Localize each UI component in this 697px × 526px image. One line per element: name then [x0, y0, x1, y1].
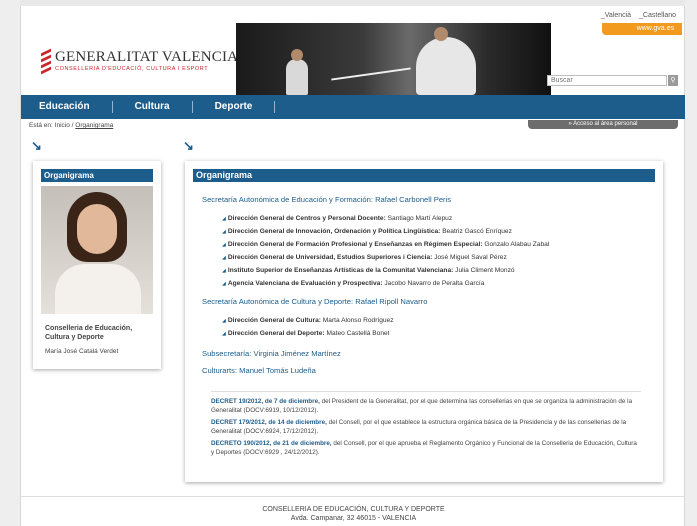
section-label: Secretaría Autonómica de Educación y For… — [202, 195, 373, 204]
card-department: Conselleria de Educación, Cultura y Depo… — [45, 325, 133, 341]
org-person: Beatriz Gascó Enríquez — [442, 228, 512, 235]
decret-link[interactable]: DECRET 179/2012, de 14 de diciembre, — [211, 419, 327, 426]
decret-item: DECRET 19/2012, de 7 de diciembre, del P… — [211, 398, 641, 415]
breadcrumb-separator: / — [71, 122, 74, 129]
arrow-down-right-icon: ↘ — [31, 138, 42, 153]
org-person: Julia Climent Monzó — [455, 267, 515, 274]
footer: CONSELLERIA DE EDUCACIÓN, CULTURA Y DEPO… — [21, 496, 686, 523]
list-item[interactable]: ◢ Instituto Superior de Enseñanzas Artíst… — [222, 264, 663, 277]
triangle-bullet-icon: ◢ — [222, 331, 226, 337]
personal-area-button[interactable]: » Acceso al área personal — [528, 120, 678, 129]
nav-item-educacion[interactable]: Educación — [39, 101, 113, 113]
section-person: Rafael Carbonell Peris — [375, 195, 452, 204]
right-background-strip — [685, 0, 697, 526]
lang-castilian-link[interactable]: _Castellano — [639, 12, 676, 19]
triangle-bullet-icon: ◢ — [222, 318, 226, 324]
nav-item-deporte[interactable]: Deporte — [215, 101, 276, 113]
decret-item: DECRETO 190/2012, de 21 de diciembre, de… — [211, 440, 641, 457]
triangle-bullet-icon: ◢ — [222, 281, 226, 287]
arrow-down-right-icon: ↘ — [183, 138, 194, 153]
org-name: Dirección General de Innovación, Ordenac… — [227, 228, 441, 235]
culturarts-heading[interactable]: Culturarts: Manuel Tomás Ludeña — [202, 366, 663, 375]
decrets-list: DECRET 19/2012, de 7 de diciembre, del P… — [211, 391, 641, 461]
org-person: Marta Alonso Rodríguez — [322, 317, 394, 324]
section-heading[interactable]: Secretaría Autonómica de Educación y For… — [202, 195, 663, 204]
section-heading[interactable]: Secretaría Autonómica de Cultura y Depor… — [202, 297, 663, 306]
main-nav: Educación Cultura Deporte — [21, 95, 686, 119]
card-title: Organigrama — [41, 169, 153, 182]
search-icon[interactable]: ⚲ — [668, 75, 678, 86]
decret-link[interactable]: DECRETO 190/2012, de 21 de diciembre, — [211, 440, 332, 447]
generalitat-emblem-icon — [41, 48, 51, 75]
section-label: Secretaría Autonómica de Cultura y Depor… — [202, 297, 354, 306]
lang-valencian-link[interactable]: _Valencià — [601, 12, 631, 19]
subsecretaria-heading[interactable]: Subsecretaría: Virginia Jiménez Martínez — [202, 349, 663, 358]
org-name: Dirección General de Formación Profesion… — [227, 241, 483, 248]
org-person: Mateo Castellá Bonet — [326, 330, 390, 337]
triangle-bullet-icon: ◢ — [222, 255, 226, 261]
breadcrumb-prefix: Está en: — [29, 122, 53, 129]
profile-card: Organigrama Conselleria de Educación, Cu… — [33, 161, 161, 369]
org-name: Dirección General de Centros y Personal … — [227, 215, 386, 222]
list-item[interactable]: ◢ Dirección General de Cultura: Marta Alo… — [222, 314, 663, 327]
organigrama-panel: Organigrama Secretaría Autonómica de Edu… — [185, 161, 663, 482]
breadcrumb-home-link[interactable]: Inicio — [55, 122, 70, 129]
profile-photo — [41, 186, 153, 314]
footer-line-1: CONSELLERIA DE EDUCACIÓN, CULTURA Y DEPO… — [262, 506, 445, 513]
breadcrumb-current-link[interactable]: Organigrama — [75, 122, 113, 129]
org-name: Dirección General de Universidad, Estudi… — [227, 254, 433, 261]
decret-link[interactable]: DECRET 19/2012, de 7 de diciembre, — [211, 398, 320, 405]
page-container: _Valencià _Castellano www.gva.es GENERAL… — [20, 6, 686, 526]
decret-item: DECRET 179/2012, de 14 de diciembre, del… — [211, 419, 641, 436]
subsecretaria-person: Virginia Jiménez Martínez — [253, 349, 341, 358]
header-banner-image — [236, 23, 551, 95]
language-bar: _Valencià _Castellano — [595, 12, 676, 19]
footer-line-2: Avda. Campanar, 32 46015 - VALENCIA — [290, 515, 417, 522]
triangle-bullet-icon: ◢ — [222, 229, 226, 235]
list-item[interactable]: ◢ Agencia Valenciana de Evaluación y Pros… — [222, 277, 663, 290]
triangle-bullet-icon: ◢ — [222, 216, 226, 222]
org-person: Santiago Martí Alepuz — [387, 215, 453, 222]
org-name: Instituto Superior de Enseñanzas Artísti… — [227, 267, 454, 274]
org-person: José Miguel Saval Pérez — [434, 254, 507, 261]
triangle-bullet-icon: ◢ — [222, 242, 226, 248]
culturarts-label: Culturarts: — [202, 366, 238, 375]
nav-item-cultura[interactable]: Cultura — [135, 101, 193, 113]
subsecretaria-label: Subsecretaría: — [202, 349, 252, 358]
breadcrumb: Está en: Inicio / Organigrama — [29, 122, 113, 129]
panel-title: Organigrama — [193, 169, 655, 182]
list-item[interactable]: ◢ Dirección General de Innovación, Ordena… — [222, 225, 663, 238]
org-name: Dirección General de Cultura: — [227, 317, 321, 324]
org-person: Jacobo Navarro de Peralta García — [384, 280, 485, 287]
list-item[interactable]: ◢ Dirección General de Universidad, Estud… — [222, 251, 663, 264]
search-input[interactable] — [547, 75, 667, 86]
section-items: ◢ Dirección General de Centros y Personal… — [222, 212, 663, 290]
card-person-name: María José Catalá Verdet — [45, 348, 119, 355]
culturarts-person: Manuel Tomás Ludeña — [239, 366, 316, 375]
list-item[interactable]: ◢ Dirección General de Formación Profesio… — [222, 238, 663, 251]
logo-subtitle: CONSELLERIA D'EDUCACIÓ, CULTURA I ESPORT — [55, 66, 209, 72]
org-name: Agencia Valenciana de Evaluación y Prosp… — [227, 280, 383, 287]
left-background-strip — [0, 0, 20, 526]
org-name: Dirección General del Deporte: — [227, 330, 325, 337]
org-person: Gonzalo Alabau Zabal — [484, 241, 550, 248]
logo-title: GENERALITAT VALENCIANA — [55, 49, 261, 65]
section-person: Rafael Ripoll Navarro — [355, 297, 428, 306]
list-item[interactable]: ◢ Dirección General de Centros y Personal… — [222, 212, 663, 225]
triangle-bullet-icon: ◢ — [222, 268, 226, 274]
generalitat-logo[interactable]: GENERALITAT VALENCIANA CONSELLERIA D'EDU… — [41, 48, 261, 75]
list-item[interactable]: ◢ Dirección General del Deporte: Mateo Ca… — [222, 327, 663, 340]
section-items: ◢ Dirección General de Cultura: Marta Alo… — [222, 314, 663, 340]
